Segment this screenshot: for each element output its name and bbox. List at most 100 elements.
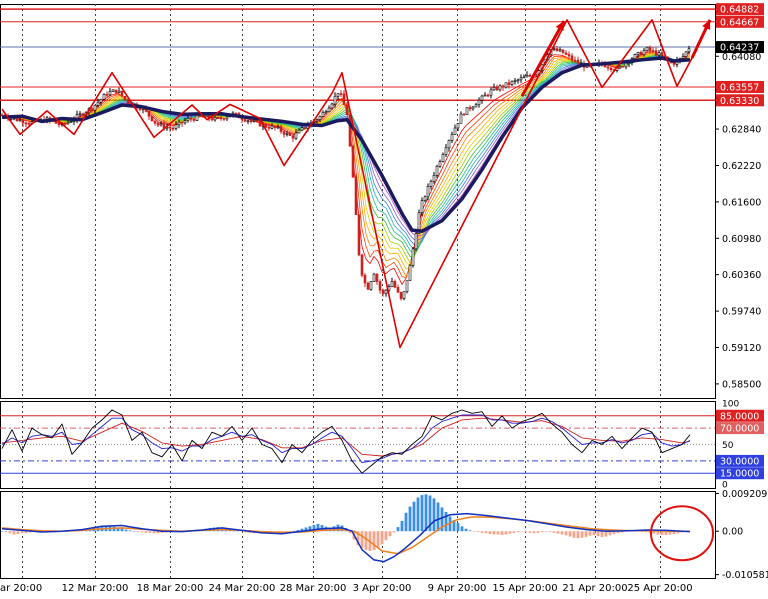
x-tick-label: 25 Apr 20:00 [627,583,692,594]
macd-histogram-bar [596,531,600,537]
candle-body [117,90,121,93]
candle-body [234,112,238,115]
candle-body [453,127,457,135]
candle-body [405,280,409,292]
candle-body [321,112,325,117]
candle-body [330,103,334,109]
y-tick-label: 0.59120 [722,343,761,354]
candle-body [474,104,478,108]
macd-histogram-bar [432,498,436,532]
candle-body [156,122,160,126]
candle-body [483,94,487,97]
candle-body [447,140,451,149]
candle-body [495,87,499,91]
y-tick-label: 0.61600 [722,197,761,208]
candle-body [216,117,220,119]
macd-histogram-bar [504,531,508,535]
macd-histogram-bar [4,531,8,533]
candle-body [243,119,247,122]
macd-histogram-bar [400,520,404,532]
candle-body [399,291,403,299]
candle-body [687,48,691,53]
x-tick-label: 18 Mar 20:00 [137,583,204,594]
candle-body [498,85,502,91]
candle-body [69,121,73,123]
candle-body [345,104,349,115]
candle-body [114,89,118,93]
candle-body [354,176,358,216]
candle-body [183,120,187,124]
macd-histogram-bar [12,531,16,535]
candle-body [351,145,355,178]
macd-histogram-bar [604,531,608,537]
candle-body [291,135,295,139]
macd-histogram-bar [540,531,544,533]
candle-body [105,94,109,96]
candle-body [660,52,664,57]
candle-body [528,74,532,77]
macd-histogram-bar [512,531,516,533]
candle-body [381,289,385,294]
macd-histogram-bar [516,531,520,533]
macd-histogram-bar [420,495,424,532]
candle-body [450,134,454,141]
candle-body [276,126,280,129]
candle-body [393,281,397,288]
macd-histogram-bar [140,531,144,533]
macd-histogram-bar [544,531,548,532]
macd-histogram-bar [456,523,460,532]
candle-body [96,101,100,106]
candle-body [636,51,640,55]
price-label-text: 0.63330 [720,96,759,107]
macd-histogram-bar [372,531,376,551]
candle-body [339,93,343,95]
candle-body [123,95,127,101]
candle-body [432,174,436,182]
candle-body [516,79,520,82]
candle-body [618,65,622,69]
candle-body [369,281,373,290]
candle-body [366,282,370,290]
candle-body [294,132,298,139]
candle-body [297,129,301,134]
candle-body [561,49,565,54]
macd-histogram-bar [496,531,500,535]
macd-histogram-bar [488,531,492,535]
candle-body [621,65,625,68]
candle-body [564,52,568,55]
candle-body [468,107,472,110]
macd-histogram-bar [508,531,512,534]
macd-histogram-bar [376,531,380,548]
candle-body [384,289,388,294]
macd-histogram-bar [520,531,524,532]
candle-body [333,95,337,105]
y-tick-label: 0.62220 [722,161,761,172]
macd-histogram-bar [560,531,564,535]
macd-histogram-bar [404,512,408,532]
candle-body [414,233,418,250]
candle-body [684,51,688,57]
macd-histogram-bar [416,497,420,532]
candle-body [153,120,157,124]
candle-body [633,54,637,59]
x-tick-label: 15 Apr 20:00 [492,583,557,594]
macd-histogram-bar [444,511,448,532]
macd-histogram-bar [384,531,388,541]
x-tick-label: 28 Mar 20:00 [280,583,347,594]
candle-body [150,115,154,122]
macd-histogram-bar [584,531,588,537]
candle-body [264,123,268,128]
macd-histogram-bar [576,531,580,539]
candle-body [576,59,580,64]
macd-histogram-bar [472,531,476,532]
candle-body [372,273,376,282]
macd-histogram-bar [128,530,132,532]
candle-body [270,125,274,129]
macd-histogram-bar [580,531,584,538]
candle-body [147,110,151,117]
candle-body [225,116,229,120]
candle-body [510,80,514,85]
candle-body [462,113,466,116]
candle-body [288,132,292,136]
candle-body [444,147,448,155]
